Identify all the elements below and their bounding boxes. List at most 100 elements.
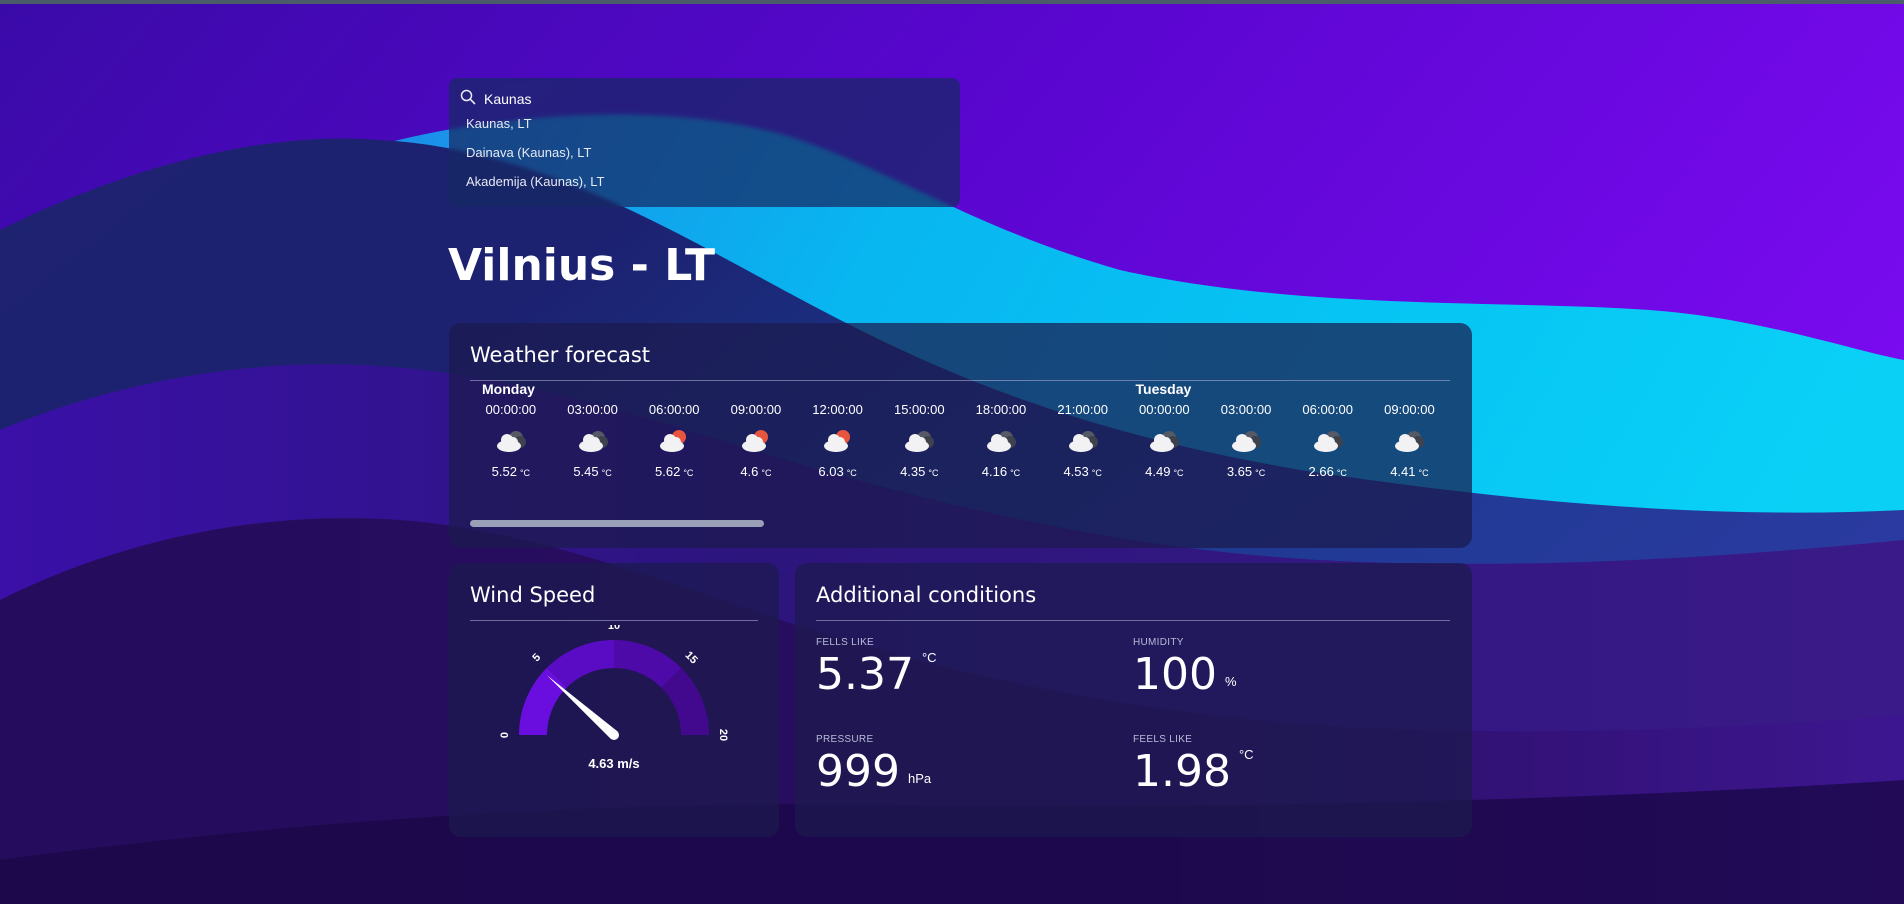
forecast-temp-value: 2.66	[1308, 464, 1334, 479]
forecast-temp-unit: °C	[519, 468, 531, 478]
cloudy-night-icon	[1311, 428, 1345, 454]
window-top-border	[0, 0, 1904, 4]
cloudy-night-icon	[1066, 428, 1100, 454]
city-title: Vilnius - LT	[448, 240, 716, 291]
condition-label: FELLS LIKE	[816, 637, 875, 648]
gauge-needle	[546, 675, 618, 739]
forecast-slot: Monday 00:00:00 5.52 °C	[470, 381, 552, 504]
forecast-day-label: Tuesday	[1135, 381, 1192, 397]
search-panel: Kaunas, LT Dainava (Kaunas), LT Akademij…	[449, 78, 960, 207]
search-icon	[460, 89, 476, 110]
forecast-slot: 09:00:00 4.6 °C	[715, 399, 797, 504]
wind-gauge: 0 5 10 15 20	[499, 625, 729, 741]
forecast-panel: Weather forecast Monday 00:00:00 5.52 °C 03:…	[449, 323, 1472, 548]
forecast-temp: 4.6 °C	[715, 464, 797, 479]
condition-value: 999	[816, 746, 900, 797]
cloudy-day-icon	[739, 428, 773, 454]
suggestion-item[interactable]: Akademija (Kaunas), LT	[466, 174, 605, 203]
forecast-time: 06:00:00	[1302, 402, 1354, 417]
forecast-temp-value: 3.65	[1226, 464, 1253, 479]
suggestion-item[interactable]: Dainava (Kaunas), LT	[466, 145, 605, 174]
forecast-divider	[470, 380, 1450, 381]
gauge-tick-label: 5	[530, 651, 543, 664]
search-input[interactable]	[484, 91, 904, 107]
forecast-temp-value: 4.35	[900, 464, 926, 479]
forecast-temp-value: 5.45	[573, 464, 599, 479]
condition-unit: °C	[1238, 747, 1254, 762]
gauge-tick-label: 0	[499, 732, 511, 738]
forecast-temp-unit: °C	[601, 468, 612, 478]
forecast-temp-unit: °C	[1173, 468, 1184, 478]
forecast-slot: 03:00:00 3.65 °C	[1205, 399, 1287, 504]
forecast-day-label: Monday	[482, 381, 535, 397]
forecast-time: 03:00:00	[1220, 402, 1272, 417]
forecast-temp: 5.52 °C	[470, 464, 552, 479]
cloudy-day-icon	[821, 428, 855, 454]
condition-value: 1.98	[1133, 746, 1231, 797]
forecast-time: 09:00:00	[730, 402, 782, 417]
forecast-title: Weather forecast	[470, 343, 651, 367]
condition-feels-like: FEELS LIKE 1.98 °C	[1133, 734, 1254, 795]
forecast-temp: 5.45 °C	[552, 464, 634, 479]
forecast-temp-unit: °C	[1336, 468, 1347, 478]
cloudy-day-icon	[657, 428, 691, 454]
forecast-time: 12:00:00	[812, 402, 863, 417]
cloudy-night-icon	[1147, 428, 1181, 454]
forecast-temp: 4.35 °C	[878, 464, 960, 479]
suggestion-item[interactable]: Kaunas, LT	[466, 116, 605, 145]
forecast-scrollbar[interactable]	[470, 520, 1450, 527]
forecast-slot: 03:00:00 5.45 °C	[552, 399, 634, 504]
condition-label: PRESSURE	[816, 734, 874, 745]
forecast-time: 03:00:00	[567, 402, 618, 417]
forecast-temp: 2.66 °C	[1287, 464, 1369, 479]
forecast-temp: 4.16 °C	[960, 464, 1042, 479]
wind-panel: Wind Speed 0 5 10 15 20 4.63 m/s	[449, 563, 779, 837]
forecast-temp-value: 4.16	[981, 464, 1008, 479]
forecast-slot: 06:00:00 5.62 °C	[633, 399, 715, 504]
conditions-panel: Additional conditions FELLS LIKE 5.37 °C …	[795, 563, 1472, 837]
forecast-slot: 15:00:00 4.35 °C	[878, 399, 960, 504]
conditions-title: Additional conditions	[816, 583, 1037, 607]
wind-title: Wind Speed	[470, 583, 596, 607]
forecast-time: 18:00:00	[975, 402, 1027, 417]
forecast-temp-value: 6.03	[818, 464, 844, 479]
forecast-temp-unit: °C	[683, 468, 694, 478]
forecast-time: 09:00:00	[1384, 402, 1435, 417]
forecast-temp-value: 4.6	[740, 464, 759, 479]
forecast-temp-unit: °C	[846, 468, 857, 478]
forecast-temp-value: 4.41	[1390, 464, 1416, 479]
gauge-hub	[609, 730, 619, 740]
cloudy-night-icon	[494, 428, 528, 454]
forecast-slot: 06:00:00 2.66 °C	[1287, 399, 1369, 504]
cloudy-night-icon	[576, 428, 610, 454]
forecast-temp: 4.53 °C	[1042, 464, 1124, 479]
wind-divider	[470, 620, 758, 621]
forecast-slot: 12:00:00 6.03 °C	[797, 399, 879, 504]
forecast-slot: 21:00:00 4.53 °C	[1042, 399, 1124, 504]
forecast-temp-value: 5.62	[655, 464, 681, 479]
wind-speed-value: 4.63 m/s	[588, 756, 640, 771]
condition-humidity: HUMIDITY 100%	[1133, 637, 1237, 698]
forecast-temp-value: 5.52	[491, 464, 517, 479]
forecast-time: 15:00:00	[893, 402, 945, 417]
cloudy-night-icon	[1392, 428, 1426, 454]
condition-unit: °C	[921, 650, 937, 665]
forecast-temp: 3.65 °C	[1205, 464, 1287, 479]
gauge-tick-label: 10	[608, 625, 620, 632]
forecast-time: 21:00:00	[1057, 402, 1108, 417]
forecast-temp: 4.49 °C	[1124, 464, 1206, 479]
cloudy-night-icon	[1229, 428, 1263, 454]
conditions-divider	[816, 620, 1450, 621]
cloudy-night-icon	[902, 428, 936, 454]
condition-fells-like: FELLS LIKE 5.37 °C	[816, 637, 937, 698]
gauge-tick-label: 20	[717, 729, 729, 741]
forecast-temp-value: 4.53	[1063, 464, 1089, 479]
forecast-scrollbar-thumb[interactable]	[470, 520, 764, 527]
forecast-time: 00:00:00	[485, 402, 537, 417]
forecast-temp-unit: °C	[1091, 468, 1102, 478]
forecast-temp-unit: °C	[761, 468, 772, 478]
cloudy-night-icon	[984, 428, 1018, 454]
condition-unit: %	[1224, 674, 1237, 689]
forecast-time: 06:00:00	[648, 402, 700, 417]
condition-unit: hPa	[907, 771, 932, 786]
